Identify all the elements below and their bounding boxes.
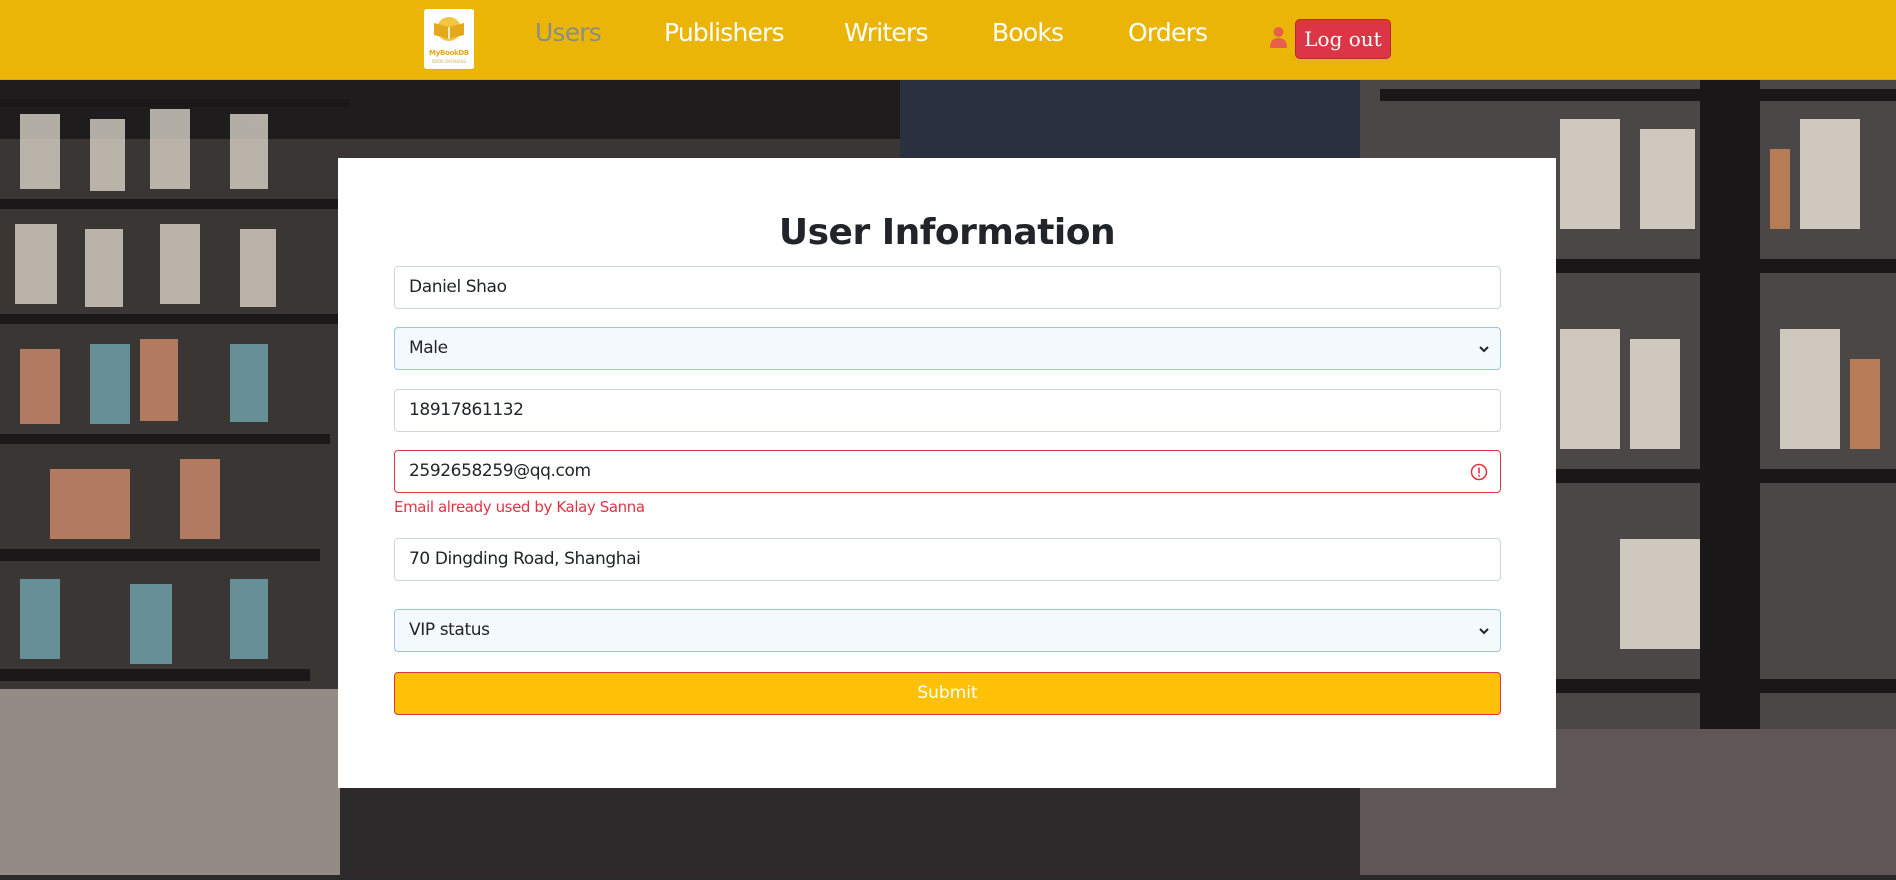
name-input-value: Daniel Shao xyxy=(409,277,507,297)
top-navbar: MyBookDB BOOK DATABASE Users Publishers … xyxy=(0,0,1896,80)
address-input[interactable]: 70 Dingding Road, Shanghai xyxy=(394,538,1501,581)
email-error-message: Email already used by Kalay Sanna xyxy=(394,498,645,516)
nav-link-writers[interactable]: Writers xyxy=(844,18,929,47)
user-icon xyxy=(1270,26,1287,48)
site-logo[interactable]: MyBookDB BOOK DATABASE xyxy=(424,9,474,69)
logout-button[interactable]: Log out xyxy=(1295,19,1391,59)
email-input-value: 2592658259@qq.com xyxy=(409,461,591,481)
name-input[interactable]: Daniel Shao xyxy=(394,266,1501,309)
phone-input-value: 18917861132 xyxy=(409,400,524,420)
address-input-value: 70 Dingding Road, Shanghai xyxy=(409,549,641,569)
vip-status-select-value: VIP status xyxy=(409,620,490,640)
logo-subtext: BOOK DATABASE xyxy=(432,59,466,64)
nav-link-orders[interactable]: Orders xyxy=(1128,18,1208,47)
page-title: User Information xyxy=(778,212,1116,253)
alert-icon xyxy=(1470,463,1488,481)
chevron-down-icon xyxy=(1479,346,1489,353)
nav-link-publishers[interactable]: Publishers xyxy=(664,18,785,47)
logo-text: MyBookDB xyxy=(429,49,469,57)
gender-select[interactable]: Male xyxy=(394,327,1501,370)
submit-button[interactable]: Submit xyxy=(394,672,1501,715)
vip-status-select[interactable]: VIP status xyxy=(394,609,1501,652)
chevron-down-icon xyxy=(1479,628,1489,635)
nav-link-books[interactable]: Books xyxy=(992,18,1064,47)
phone-input[interactable]: 18917861132 xyxy=(394,389,1501,432)
email-input[interactable]: 2592658259@qq.com xyxy=(394,450,1501,493)
gender-select-value: Male xyxy=(409,338,448,358)
nav-link-users[interactable]: Users xyxy=(535,18,602,47)
user-information-card: User Information Daniel Shao Male 189178… xyxy=(338,158,1556,788)
